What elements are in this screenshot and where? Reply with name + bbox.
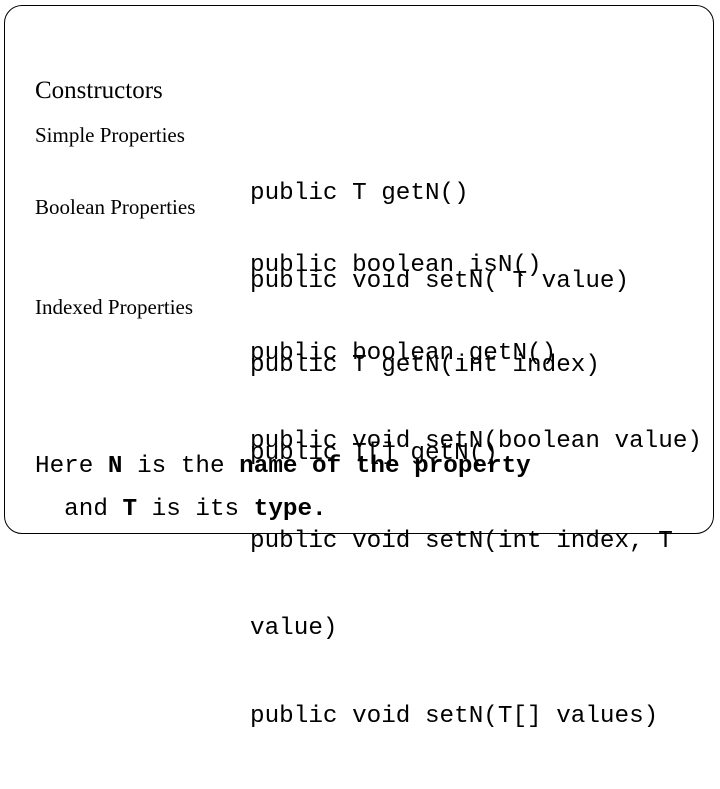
code-line: public void setN(T[] values) [250,702,659,730]
note-emphasis: T [122,496,138,523]
code-line: public T getN(int index) [250,352,600,380]
note-text: and [35,496,123,523]
code-block: public T getN(int index) public T[] getN… [250,293,673,789]
row-label: Boolean Properties [35,195,196,219]
slide-title: Constructors [35,77,163,104]
note-emphasis: type. [253,496,327,523]
row-label: Indexed Properties [35,295,194,319]
code-line: public void setN(int index, T [250,527,673,555]
code-line: value) [250,615,338,643]
note-line-1: Here N is the name of the property [35,452,531,482]
note-text: is its [137,496,254,523]
code-line: public boolean isN() [250,252,542,280]
note-line-2: and T is its type. [35,495,327,525]
note-text: is the [122,453,240,480]
note-emphasis: N [107,453,123,480]
note-text: Here [35,453,108,480]
note-emphasis: name of the property [239,453,531,480]
row-label: Simple Properties [35,123,185,147]
